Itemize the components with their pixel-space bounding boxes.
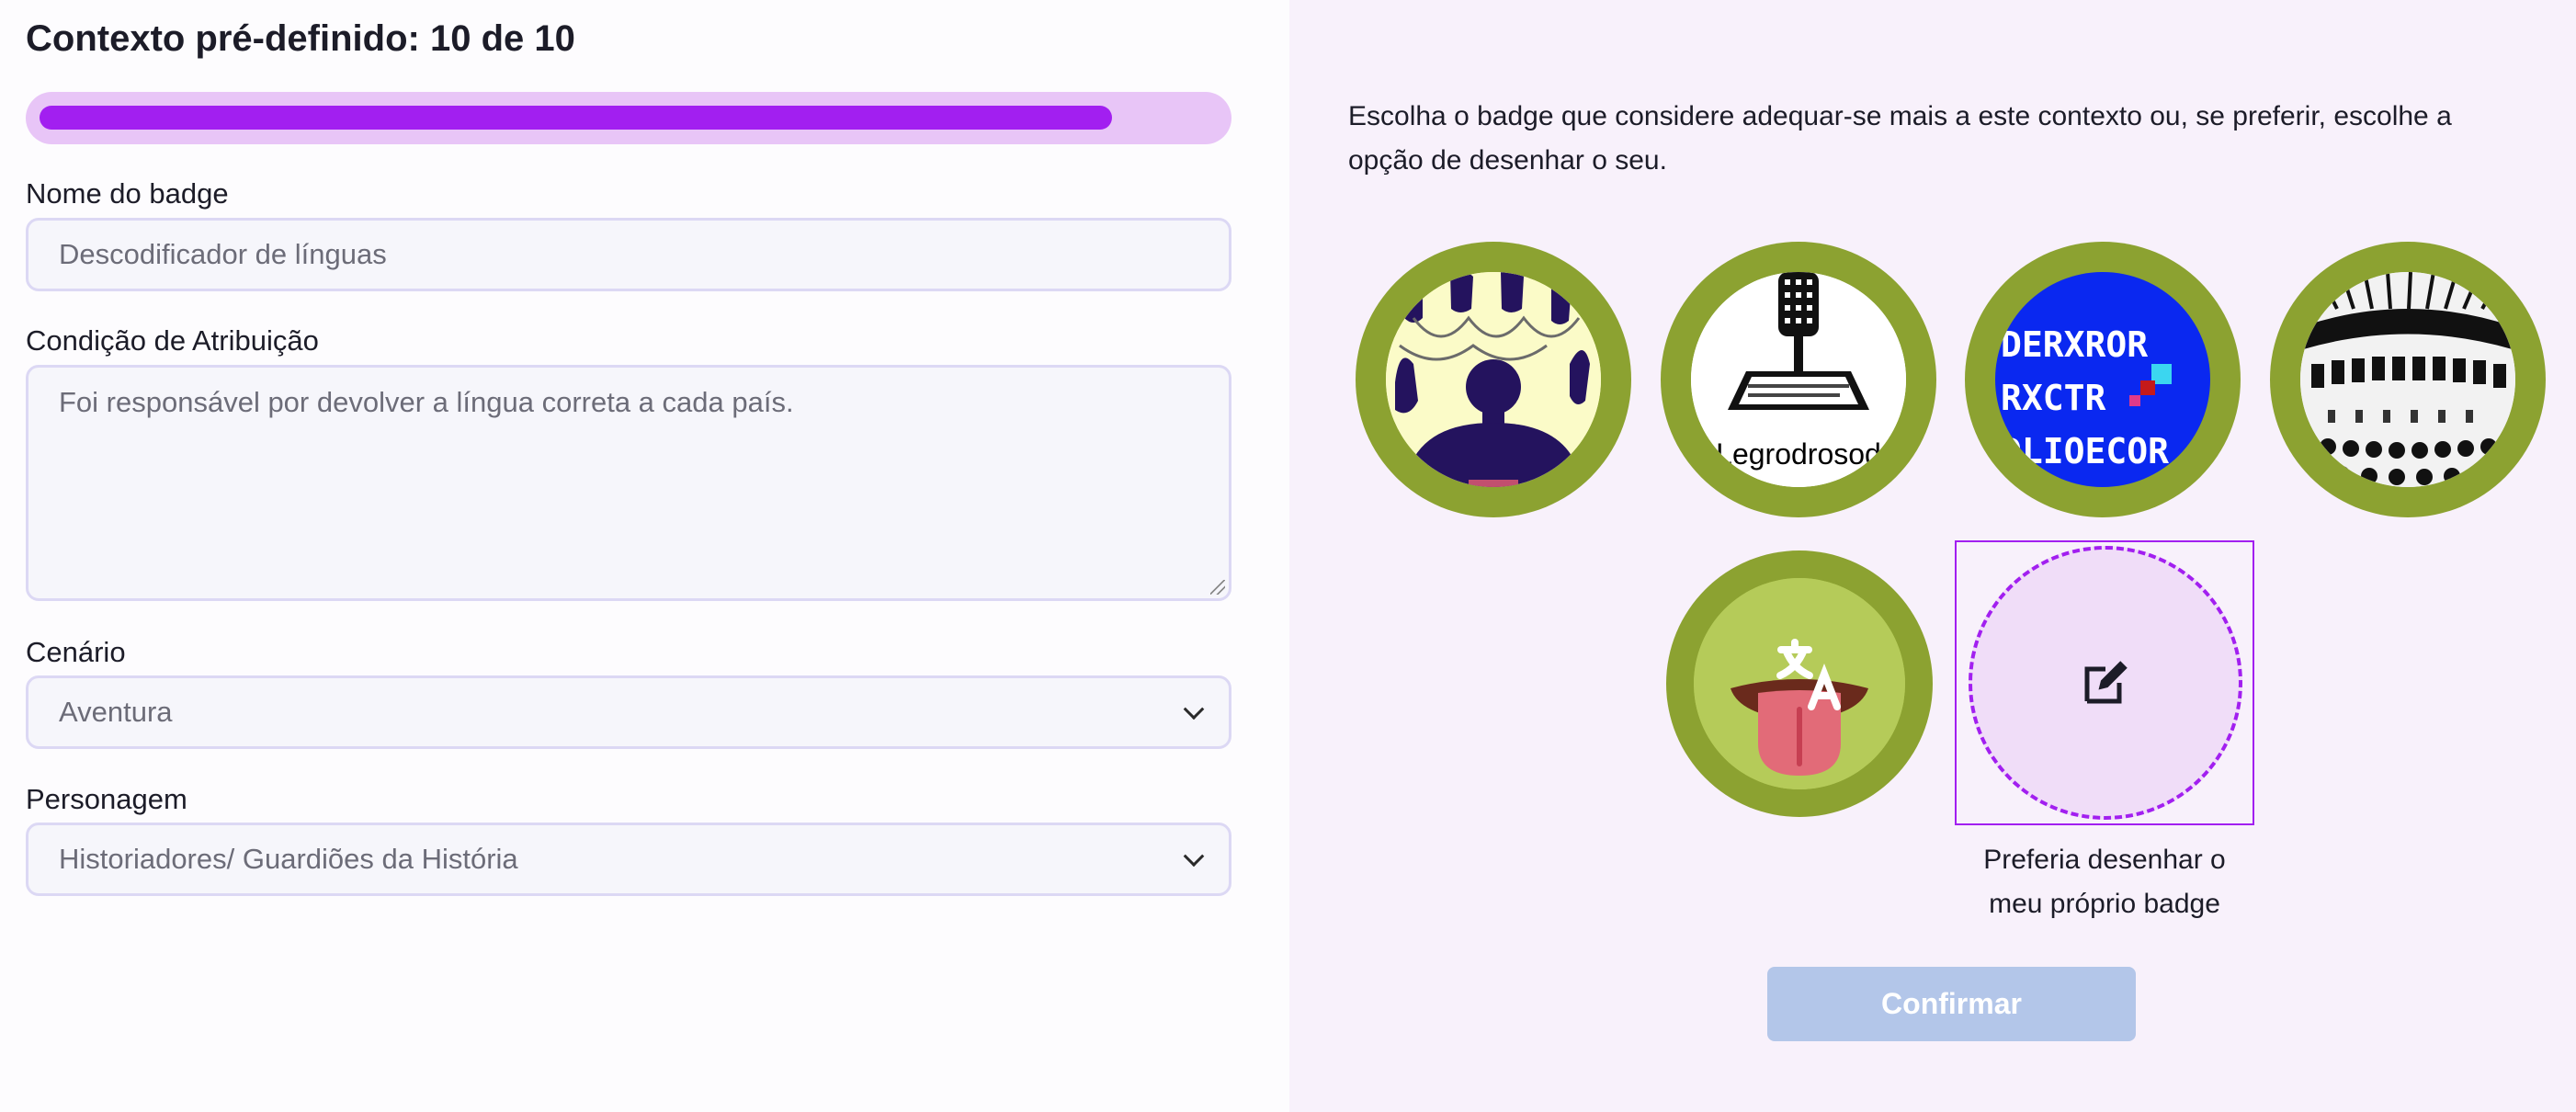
chevron-down-icon [1183, 845, 1205, 868]
confirm-button[interactable]: Confirmar [1767, 967, 2136, 1041]
blue-pixel-screen-badge[interactable]: DERXROR RXCTR DLIOECOR [1965, 242, 2241, 517]
condition-placeholder: Foi responsável por devolver a língua co… [59, 386, 794, 418]
character-select[interactable]: Historiadores/ Guardiões da História [26, 823, 1231, 896]
page-title: Contexto pré-definido: 10 de 10 [26, 18, 575, 59]
caption-line-1: Preferia desenhar o [1983, 845, 2226, 875]
badge-name-placeholder: Descodificador de línguas [59, 238, 387, 270]
silhouette-icon [1386, 272, 1601, 487]
form-panel: Contexto pré-definido: 10 de 10 Nome do … [0, 0, 1289, 1112]
badge-image: DERXROR RXCTR DLIOECOR [1995, 272, 2210, 487]
draw-own-badge-caption: Preferia desenhar o meu próprio badge [1921, 838, 2288, 926]
silhouette-brain-badge[interactable] [1356, 242, 1631, 517]
badge-image [1386, 272, 1601, 487]
scenario-label: Cenário [26, 636, 126, 668]
chevron-down-icon [1183, 698, 1205, 721]
character-label: Personagem [26, 783, 187, 815]
pen-icon [2129, 364, 2172, 406]
badge-image: Legrodrosod [1691, 272, 1906, 487]
badge-name-label: Nome do badge [26, 177, 229, 210]
microphone-stand-badge[interactable]: Legrodrosod [1661, 242, 1936, 517]
scenario-select[interactable]: Aventura [26, 675, 1231, 749]
edit-icon [2084, 661, 2128, 704]
badge-name-input[interactable]: Descodificador de línguas [26, 218, 1231, 291]
instructions-text: Escolha o badge que considere adequar-se… [1348, 101, 2452, 176]
typewriter-icon [2300, 272, 2515, 487]
progress-fill [40, 106, 1112, 130]
draw-own-badge-option[interactable] [1955, 540, 2254, 825]
typewriter-keys-badge[interactable] [2270, 242, 2546, 517]
badge-image [1694, 578, 1905, 789]
draw-own-badge-circle [1969, 546, 2242, 820]
progress-bar [26, 92, 1231, 144]
condition-label: Condição de Atribuição [26, 324, 319, 357]
caption-line-2: meu próprio badge [1989, 889, 2220, 919]
badge-caption: Legrodrosod [1716, 437, 1881, 471]
badge-image [2300, 272, 2515, 487]
character-value: Historiadores/ Guardiões da História [59, 843, 518, 875]
resize-handle[interactable] [1210, 580, 1225, 595]
tongue-translate-badge[interactable] [1666, 550, 1933, 817]
scenario-value: Aventura [59, 696, 173, 728]
tongue-icon [1694, 578, 1905, 789]
condition-textarea[interactable]: Foi responsável por devolver a língua co… [26, 365, 1231, 601]
